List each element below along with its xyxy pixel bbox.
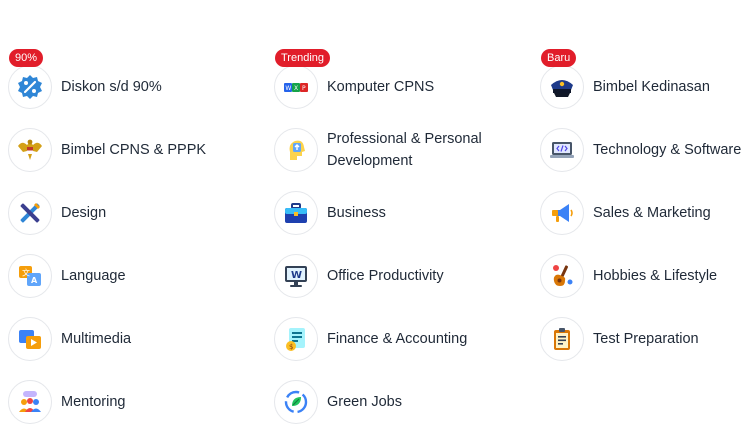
briefcase-icon bbox=[285, 203, 307, 223]
category-item-office-productivity[interactable]: W Office Productivity bbox=[274, 252, 504, 300]
trending-badge: Trending bbox=[275, 49, 331, 67]
category-label: Business bbox=[327, 205, 386, 221]
svg-text:文: 文 bbox=[22, 268, 30, 278]
officer-cap-icon bbox=[551, 80, 573, 97]
category-label: Mentoring bbox=[61, 394, 126, 410]
garuda-emblem-icon bbox=[18, 139, 42, 160]
category-label: Bimbel Kedinasan bbox=[593, 79, 710, 95]
green-recycle-icon bbox=[284, 390, 308, 414]
finance-document-icon: $ bbox=[286, 328, 305, 351]
category-icon-frame: 90% bbox=[8, 49, 52, 109]
multimedia-icon bbox=[19, 330, 41, 349]
guitar-icon bbox=[553, 265, 573, 286]
category-icon-frame bbox=[274, 191, 318, 235]
category-icon-frame: $ bbox=[274, 317, 318, 361]
category-icon-frame bbox=[540, 128, 584, 172]
category-item-multimedia[interactable]: Multimedia bbox=[8, 315, 238, 363]
monitor-word-icon: W bbox=[285, 266, 307, 287]
category-icon-frame bbox=[540, 191, 584, 235]
category-item-language[interactable]: 文 A Language bbox=[8, 252, 238, 300]
category-label: Hobbies & Lifestyle bbox=[593, 268, 718, 284]
mentoring-group-icon bbox=[19, 391, 41, 412]
category-label: Diskon s/d 90% bbox=[61, 79, 162, 95]
discount-icon bbox=[18, 75, 42, 99]
category-item-design[interactable]: Design bbox=[8, 189, 238, 237]
category-icon-frame bbox=[8, 380, 52, 424]
svg-text:W: W bbox=[285, 85, 291, 92]
category-icon-frame bbox=[540, 317, 584, 361]
category-label: Bimbel CPNS & PPPK bbox=[61, 142, 207, 158]
category-item-technology[interactable]: Technology & Software bbox=[540, 126, 743, 174]
category-item-bimbel-kedinasan[interactable]: Baru Bimbel Kedinasan bbox=[540, 49, 743, 111]
clipboard-icon bbox=[554, 328, 570, 350]
category-label: Finance & Accounting bbox=[327, 331, 468, 347]
category-icon-frame: 文 A bbox=[8, 254, 52, 298]
category-icon-frame bbox=[540, 254, 584, 298]
category-item-diskon[interactable]: 90% Diskon s/d 90% bbox=[8, 49, 238, 111]
category-icon-frame bbox=[8, 317, 52, 361]
category-icon-frame: Trending W X P bbox=[274, 49, 331, 109]
category-item-test-preparation[interactable]: Test Preparation bbox=[540, 315, 743, 363]
category-icon-frame bbox=[274, 128, 318, 172]
megaphone-icon bbox=[552, 204, 573, 222]
svg-text:X: X bbox=[294, 85, 298, 92]
svg-text:$: $ bbox=[289, 343, 293, 351]
category-item-hobbies[interactable]: Hobbies & Lifestyle bbox=[540, 252, 743, 300]
category-item-bimbel-cpns[interactable]: Bimbel CPNS & PPPK bbox=[8, 126, 238, 174]
office-apps-icon: W X P bbox=[284, 83, 308, 92]
svg-text:P: P bbox=[302, 85, 306, 92]
category-label: Komputer CPNS bbox=[327, 79, 435, 95]
personal-growth-icon bbox=[289, 140, 305, 160]
svg-text:A: A bbox=[31, 276, 38, 285]
category-icon-frame bbox=[8, 191, 52, 235]
category-icon-frame: Baru bbox=[540, 49, 584, 109]
language-translate-icon: 文 A bbox=[19, 266, 41, 286]
category-label: Design bbox=[61, 205, 107, 221]
category-item-business[interactable]: Business bbox=[274, 189, 504, 237]
category-label: Green Jobs bbox=[327, 394, 402, 410]
svg-text:W: W bbox=[291, 270, 302, 281]
category-label: Multimedia bbox=[61, 331, 132, 347]
laptop-code-icon bbox=[550, 142, 574, 158]
category-item-professional-development[interactable]: Professional & Personal Development bbox=[274, 126, 504, 174]
category-item-sales-marketing[interactable]: Sales & Marketing bbox=[540, 189, 743, 237]
category-icon-frame bbox=[8, 128, 52, 172]
category-item-komputer-cpns[interactable]: Trending W X P Komputer CPNS bbox=[274, 49, 504, 111]
design-tools-icon bbox=[20, 203, 40, 223]
category-label: Professional & Personal Development bbox=[327, 131, 482, 169]
category-label: Language bbox=[61, 268, 126, 284]
discount-badge: 90% bbox=[9, 49, 44, 67]
category-icon-frame: W bbox=[274, 254, 318, 298]
category-label: Office Productivity bbox=[327, 268, 444, 284]
category-item-finance[interactable]: $ Finance & Accounting bbox=[274, 315, 504, 363]
category-icon-frame bbox=[274, 380, 318, 424]
category-label: Technology & Software bbox=[593, 142, 742, 158]
category-grid: 90% Diskon s/d 90% Bimbel CPNS & PPPK De… bbox=[0, 0, 743, 424]
category-label: Sales & Marketing bbox=[593, 205, 711, 221]
new-badge: Baru bbox=[541, 49, 577, 67]
category-label: Test Preparation bbox=[593, 331, 699, 347]
